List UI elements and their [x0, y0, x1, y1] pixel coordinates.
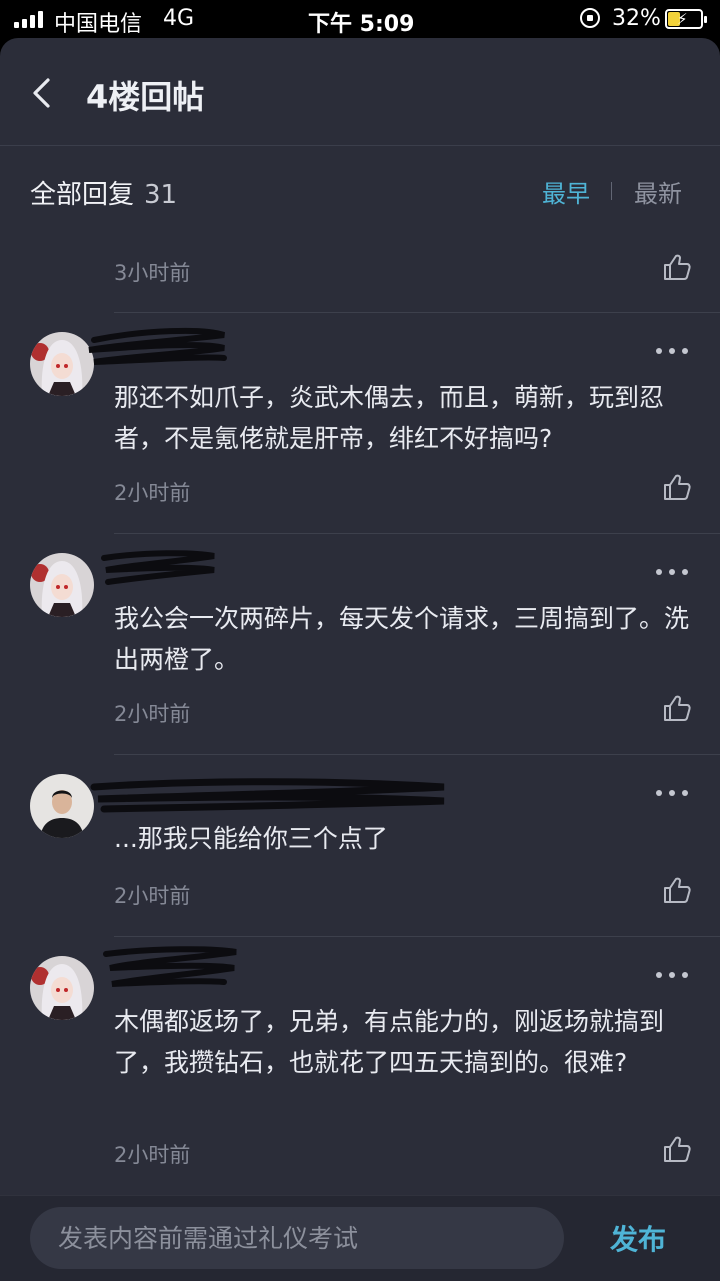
all-replies-label: 全部回复 31: [30, 174, 177, 211]
redacted-username: [88, 327, 227, 365]
thumbs-up-icon[interactable]: [662, 252, 692, 282]
thumbs-up-icon[interactable]: [662, 875, 692, 905]
reply-sheet: 4楼回帖 全部回复 31 最早 最新 3小时前 那还不如爪子，炎武木偶去，而且，萌…: [0, 38, 720, 1281]
reply-timestamp: 2小时前: [114, 1143, 191, 1167]
back-arrow-icon[interactable]: [30, 76, 54, 110]
publish-button[interactable]: 发布: [610, 1218, 666, 1258]
sort-latest-tab[interactable]: 最新: [634, 174, 682, 209]
reply-input[interactable]: [30, 1207, 564, 1269]
reply-timestamp: 2小时前: [114, 884, 191, 908]
status-bar: 中国电信 4G 下午 5:09 32% ⚡: [0, 0, 720, 38]
battery-icon: ⚡: [665, 9, 707, 29]
reply-timestamp: 3小时前: [114, 261, 191, 285]
battery-percent: 32%: [612, 6, 661, 31]
rotation-lock-icon: [580, 8, 600, 28]
redacted-username: [90, 778, 445, 813]
all-replies-text: 全部回复: [30, 180, 135, 210]
thumbs-up-icon[interactable]: [662, 472, 692, 502]
sort-earliest-tab[interactable]: 最早: [542, 174, 590, 209]
divider: [114, 312, 720, 313]
more-options-icon[interactable]: [656, 346, 688, 356]
reply-content: 木偶都返场了，兄弟，有点能力的，刚返场就搞到了，我攒钻石，也就花了四五天搞到的。…: [114, 1007, 665, 1077]
thumbs-up-icon[interactable]: [662, 1134, 692, 1164]
more-options-icon[interactable]: [656, 970, 688, 980]
divider: [114, 533, 720, 534]
reply-content: 那还不如爪子，炎武木偶去，而且，萌新，玩到忍者，不是氪佬就是肝帝，绯红不好搞吗?: [114, 383, 665, 453]
divider: [114, 754, 720, 755]
replies-toolbar: 全部回复 31 最早 最新: [0, 146, 720, 230]
signal-icon: [14, 10, 43, 28]
thumbs-up-icon[interactable]: [662, 693, 692, 723]
clock: 下午 5:09: [308, 12, 415, 37]
sort-divider: [611, 182, 612, 200]
carrier-label: 中国电信: [54, 12, 143, 37]
reply-timestamp: 2小时前: [114, 481, 191, 505]
reply-content: ...那我只能给你三个点了: [114, 824, 388, 853]
reply-content: 我公会一次两碎片，每天发个请求，三周搞到了。洗出两橙了。: [114, 604, 690, 674]
divider: [114, 936, 720, 937]
reply-timestamp: 2小时前: [114, 702, 191, 726]
redacted-username: [101, 550, 215, 585]
more-options-icon[interactable]: [656, 567, 688, 577]
reply-composer: 发布: [0, 1195, 720, 1281]
redacted-username: [103, 946, 237, 987]
header: 4楼回帖: [0, 38, 720, 146]
network-label: 4G: [163, 6, 195, 31]
more-options-icon[interactable]: [656, 788, 688, 798]
reply-count: 31: [144, 180, 178, 210]
page-title: 4楼回帖: [86, 78, 205, 116]
